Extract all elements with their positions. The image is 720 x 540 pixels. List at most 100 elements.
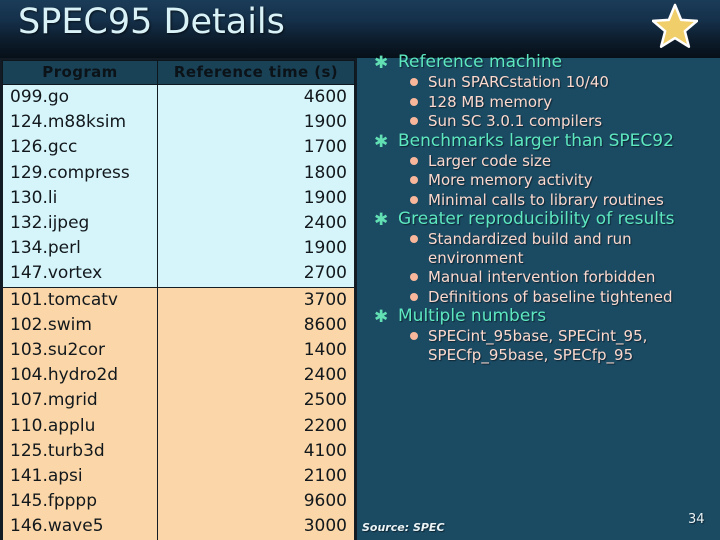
table-row: 099.go 4600 bbox=[2, 84, 355, 111]
bullet-label-level2: Sun SPARCstation 10/40 bbox=[428, 73, 609, 91]
table-header-row: Program Reference time (s) bbox=[2, 60, 355, 85]
table-row: 141.apsi 2100 bbox=[2, 464, 355, 490]
bullet-item-level2: Sun SPARCstation 10/40 bbox=[398, 73, 712, 92]
dot-bullet-icon bbox=[410, 273, 418, 281]
table-row: 146.wave5 3000 bbox=[2, 514, 355, 540]
bullet-label-level1: Multiple numbers bbox=[398, 306, 547, 326]
bullet-label-level2: Sun SC 3.0.1 compilers bbox=[428, 112, 603, 130]
floating-point-benchmarks-body: 101.tomcatv 3700 102.swim 8600 103.su2cor 140… bbox=[2, 286, 355, 540]
table-row: 126.gcc 1700 bbox=[2, 135, 355, 161]
bullet-list-level2: Sun SPARCstation 10/40 128 MB memory Sun S… bbox=[398, 73, 712, 131]
table-row: 110.applu 2200 bbox=[2, 413, 355, 439]
table-row: 101.tomcatv 3700 bbox=[2, 286, 355, 313]
asterisk-bullet-icon: ✱ bbox=[374, 210, 389, 230]
bullet-item-level1: ✱ Reference machine Sun SPARCstation 10/40… bbox=[372, 52, 712, 131]
bullet-item-level2: SPECint_95base, SPECint_95, SPECfp_95bas… bbox=[398, 327, 712, 364]
dot-bullet-icon bbox=[410, 156, 418, 165]
dot-bullet-icon bbox=[410, 117, 418, 125]
cell-reference-time: 3700 bbox=[157, 286, 355, 313]
bullet-item-level2: Manual intervention forbidden bbox=[398, 268, 712, 287]
cell-program: 103.su2cor bbox=[2, 338, 158, 364]
slide-canvas: SPEC95 Details Program Reference time (s… bbox=[0, 0, 720, 540]
dot-bullet-icon bbox=[410, 195, 418, 204]
bullet-label-level2: SPECint_95base, SPECint_95, SPECfp_95bas… bbox=[428, 327, 648, 364]
cell-reference-time: 2700 bbox=[157, 261, 355, 288]
table-row: 145.fpppp 9600 bbox=[2, 489, 355, 515]
table-row: 104.hydro2d 2400 bbox=[2, 363, 355, 389]
bullet-item-level2: Definitions of baseline tightened bbox=[398, 288, 712, 307]
table-row: 129.compress 1800 bbox=[2, 160, 355, 186]
cell-reference-time: 3000 bbox=[157, 514, 355, 540]
bullet-content: ✱ Reference machine Sun SPARCstation 10/40… bbox=[372, 52, 712, 364]
bullet-label-level2: 128 MB memory bbox=[428, 92, 553, 111]
column-header-program: Program bbox=[2, 60, 158, 85]
cell-reference-time: 2400 bbox=[157, 363, 355, 389]
cell-reference-time: 4100 bbox=[157, 438, 355, 465]
table-row: 147.vortex 2700 bbox=[2, 261, 355, 288]
cell-reference-time: 4600 bbox=[157, 84, 355, 111]
cell-reference-time: 1400 bbox=[157, 338, 355, 364]
cell-program: 104.hydro2d bbox=[2, 363, 158, 389]
cell-program: 110.applu bbox=[2, 413, 158, 439]
cell-reference-time: 1900 bbox=[157, 185, 355, 212]
cell-program: 134.perl bbox=[2, 236, 158, 262]
star-icon bbox=[651, 3, 699, 51]
cell-program: 125.turb3d bbox=[2, 438, 158, 465]
bullet-item-level2: Minimal calls to library routines bbox=[398, 191, 712, 210]
cell-program: 101.tomcatv bbox=[2, 286, 158, 313]
table-row: 125.turb3d 4100 bbox=[2, 438, 355, 465]
cell-program: 145.fpppp bbox=[2, 489, 158, 515]
cell-program: 099.go bbox=[2, 84, 158, 111]
bullet-item-level1: ✱ Multiple numbers SPECint_95base, SPECint… bbox=[372, 306, 712, 364]
page-number: 34 bbox=[688, 512, 705, 527]
cell-program: 141.apsi bbox=[2, 464, 158, 490]
table-row: 107.mgrid 2500 bbox=[2, 388, 355, 414]
cell-reference-time: 2400 bbox=[157, 211, 355, 237]
cell-program: 147.vortex bbox=[2, 261, 158, 288]
cell-program: 124.m88ksim bbox=[2, 110, 158, 136]
cell-reference-time: 2500 bbox=[157, 388, 355, 414]
table-row: 124.m88ksim 1900 bbox=[2, 110, 355, 136]
dot-bullet-icon bbox=[410, 235, 418, 243]
bullet-label-level2: Manual intervention forbidden bbox=[428, 268, 656, 286]
cell-reference-time: 2200 bbox=[157, 413, 355, 439]
cell-reference-time: 9600 bbox=[157, 489, 355, 515]
table-row: 132.ijpeg 2400 bbox=[2, 211, 355, 237]
bullet-item-level2: Larger code size bbox=[398, 152, 712, 171]
bullet-item-level2: Sun SC 3.0.1 compilers bbox=[398, 112, 712, 131]
bullet-item-level2: 128 MB memory bbox=[398, 93, 712, 112]
column-header-reference-time: Reference time (s) bbox=[157, 60, 355, 85]
cell-reference-time: 8600 bbox=[157, 312, 355, 339]
table-row: 103.su2cor 1400 bbox=[2, 338, 355, 364]
cell-reference-time: 1800 bbox=[157, 160, 355, 186]
cell-program: 107.mgrid bbox=[2, 388, 158, 414]
cell-reference-time: 1700 bbox=[157, 135, 355, 161]
bullet-label-level2: Standardized build and run environment bbox=[428, 230, 632, 267]
cell-reference-time: 1900 bbox=[157, 236, 355, 262]
bullet-item-level1: ✱ Greater reproducibility of results Stand… bbox=[372, 209, 712, 306]
bullet-label-level2: More memory activity bbox=[428, 171, 593, 189]
table: Program Reference time (s) 099.go 4600 124… bbox=[2, 60, 355, 540]
bullet-list-level2: SPECint_95base, SPECint_95, SPECfp_95bas… bbox=[398, 327, 712, 364]
bullet-label-level1: Greater reproducibility of results bbox=[398, 209, 675, 229]
bullet-list-level1: ✱ Reference machine Sun SPARCstation 10/40… bbox=[372, 52, 712, 364]
dot-bullet-icon bbox=[410, 292, 418, 301]
table-row: 130.li 1900 bbox=[2, 185, 355, 212]
cell-program: 102.swim bbox=[2, 312, 158, 339]
asterisk-bullet-icon: ✱ bbox=[374, 53, 389, 73]
spec95-reference-time-table: Program Reference time (s) 099.go 4600 124… bbox=[0, 58, 357, 540]
bullet-list-level2: Larger code size More memory activity Mini… bbox=[398, 152, 712, 210]
bullet-label-level2: Minimal calls to library routines bbox=[428, 190, 664, 209]
bullet-item-level2: More memory activity bbox=[398, 171, 712, 190]
integer-benchmarks-body: 099.go 4600 124.m88ksim 1900 126.gcc 1700 129.… bbox=[2, 84, 355, 288]
dot-bullet-icon bbox=[410, 97, 418, 106]
cell-program: 132.ijpeg bbox=[2, 211, 158, 237]
bullet-label-level1: Benchmarks larger than SPEC92 bbox=[398, 130, 674, 151]
cell-program: 130.li bbox=[2, 185, 158, 212]
bullet-label-level2: Definitions of baseline tightened bbox=[428, 287, 673, 306]
table-row: 134.perl 1900 bbox=[2, 236, 355, 262]
dot-bullet-icon bbox=[410, 176, 418, 184]
cell-program: 129.compress bbox=[2, 160, 158, 186]
bullet-label-level2: Larger code size bbox=[428, 151, 552, 170]
asterisk-bullet-icon: ✱ bbox=[374, 307, 389, 327]
